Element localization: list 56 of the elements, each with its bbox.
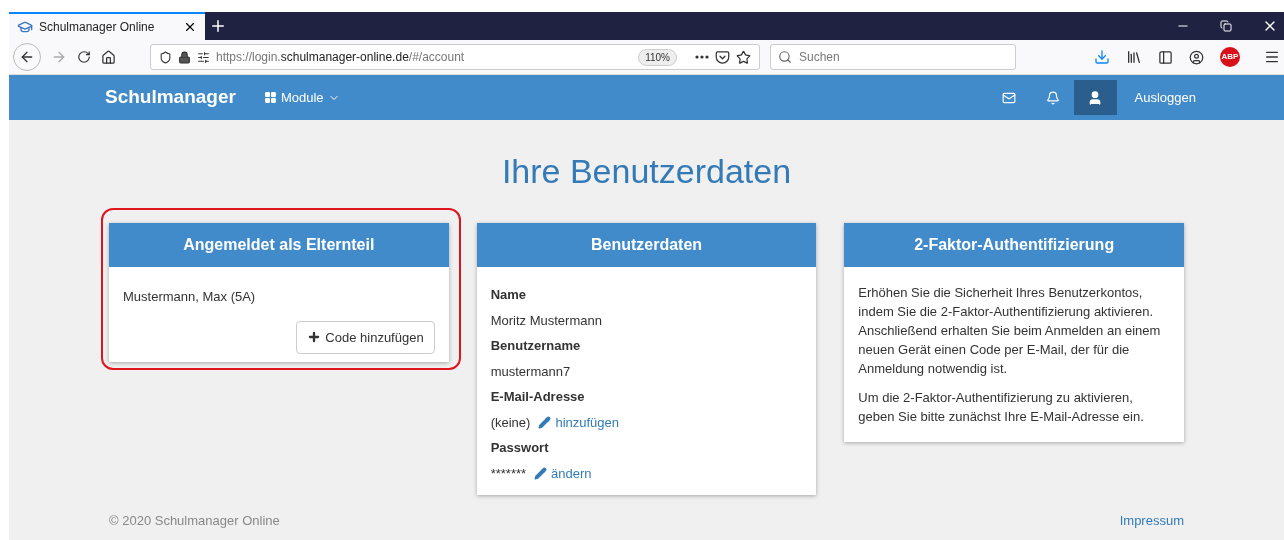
field-label: Name bbox=[490, 286, 528, 304]
field-value: ******* bbox=[490, 464, 527, 483]
star-icon bbox=[736, 49, 751, 65]
permissions-icon bbox=[197, 50, 210, 64]
zoom-badge[interactable]: 110% bbox=[638, 48, 677, 66]
field-label: Benutzername bbox=[490, 337, 582, 355]
imprint-link[interactable]: Impressum bbox=[1119, 510, 1184, 530]
home-icon bbox=[101, 49, 116, 65]
field-label: Passwort bbox=[490, 439, 550, 457]
module-menu-button[interactable]: Module bbox=[263, 87, 340, 108]
account-icon bbox=[1189, 49, 1204, 65]
close-icon[interactable] bbox=[183, 20, 197, 34]
field-value: (keine) bbox=[490, 413, 531, 432]
edit-link[interactable]: hinzufügen bbox=[538, 412, 620, 432]
card-header: Benutzerdaten bbox=[476, 223, 817, 267]
pocket-icon bbox=[715, 49, 730, 65]
field-value: Moritz Mustermann bbox=[490, 311, 602, 330]
lock-icon bbox=[178, 50, 191, 64]
card-header: Angemeldet als Elternteil bbox=[109, 223, 449, 267]
field-label: E-Mail-Adresse bbox=[490, 388, 586, 406]
page-title: Ihre Benutzerdaten bbox=[500, 151, 793, 192]
search-field[interactable]: Suchen bbox=[770, 44, 1016, 70]
more-icon[interactable] bbox=[695, 55, 709, 59]
adblock-icon[interactable]: ABP bbox=[1220, 47, 1240, 67]
graduation-cap-icon bbox=[17, 19, 33, 35]
info-paragraph: Erhöhen Sie die Sicherheit Ihres Benutzerkontos, indem Sie die 2-Faktor-Authentifizierung aktivieren. Anschließend erhalten Sie beim Anmelden an einem neuen Gerät einen Code per E-Mail, der für die Anmeldung notwendig ist. bbox=[858, 284, 1162, 378]
mail-icon[interactable] bbox=[1001, 90, 1016, 105]
shield-icon bbox=[159, 50, 172, 64]
browser-tab[interactable]: Schulmanager Online bbox=[9, 12, 205, 40]
field-value: mustermann7 bbox=[490, 362, 571, 381]
restore-icon[interactable] bbox=[1220, 20, 1232, 32]
user-icon[interactable] bbox=[1073, 80, 1117, 115]
pencil-icon bbox=[534, 466, 548, 480]
card-header: 2-Faktor-Authentifizierung bbox=[844, 223, 1184, 267]
brand-logo[interactable]: Schulmanager bbox=[105, 83, 236, 112]
plus-icon bbox=[307, 330, 322, 345]
copyright-text: © 2020 Schulmanager Online bbox=[109, 511, 280, 530]
library-icon bbox=[1126, 49, 1142, 65]
search-icon bbox=[778, 50, 792, 64]
menu-icon bbox=[1264, 49, 1280, 65]
download-icon bbox=[1094, 49, 1110, 65]
reload-icon bbox=[77, 50, 91, 64]
child-name: Mustermann, Max (5A) bbox=[123, 288, 257, 306]
new-tab-icon[interactable] bbox=[209, 17, 227, 35]
url-bar[interactable]: https://login.schulmanager-online.de/#/account 110% bbox=[150, 44, 760, 70]
url-text: https://login.schulmanager-online.de/#/account bbox=[216, 49, 466, 66]
forward-icon bbox=[51, 49, 67, 65]
edit-link[interactable]: ändern bbox=[534, 463, 592, 483]
bell-icon[interactable] bbox=[1045, 90, 1060, 105]
pencil-icon bbox=[538, 415, 552, 429]
grid-icon bbox=[263, 91, 277, 104]
info-paragraph: Um die 2-Faktor-Authentifizierung zu aktivieren, geben Sie bitte zunächst Ihre E-Mail-Adresse ein. bbox=[858, 389, 1145, 426]
add-code-button[interactable]: Code hinzufügen bbox=[296, 320, 435, 354]
tab-title: Schulmanager Online bbox=[39, 19, 156, 36]
logout-link[interactable]: Ausloggen bbox=[1134, 87, 1196, 108]
sidebar-icon bbox=[1158, 49, 1173, 65]
